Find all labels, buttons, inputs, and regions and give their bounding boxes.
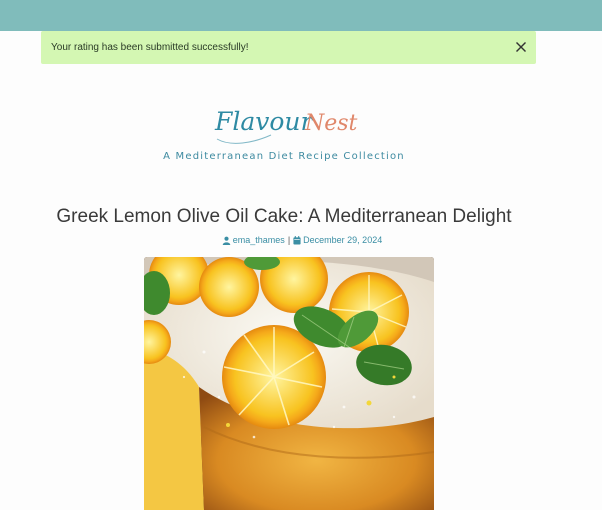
author-link[interactable]: ema_thames: [233, 235, 285, 245]
site-logo[interactable]: Flavour Nest: [213, 103, 359, 145]
post-meta: ema_thames | December 29, 2024: [0, 235, 602, 245]
user-icon: [222, 236, 231, 245]
post-date: December 29, 2024: [303, 235, 383, 245]
logo-text-secondary: Nest: [304, 111, 358, 136]
top-bar: [0, 0, 602, 31]
post-title: Greek Lemon Olive Oil Cake: A Mediterran…: [56, 206, 512, 227]
site-tagline: A Mediterranean Diet Recipe Collection: [163, 151, 405, 162]
logo-text-primary: Flavour: [214, 107, 315, 136]
recipe-hero-image: [144, 257, 434, 510]
close-icon[interactable]: [515, 41, 527, 53]
success-alert: Your rating has been submitted successfu…: [41, 31, 536, 64]
meta-separator: |: [287, 235, 291, 245]
calendar-icon: [293, 235, 301, 244]
alert-message: Your rating has been submitted successfu…: [51, 42, 249, 53]
